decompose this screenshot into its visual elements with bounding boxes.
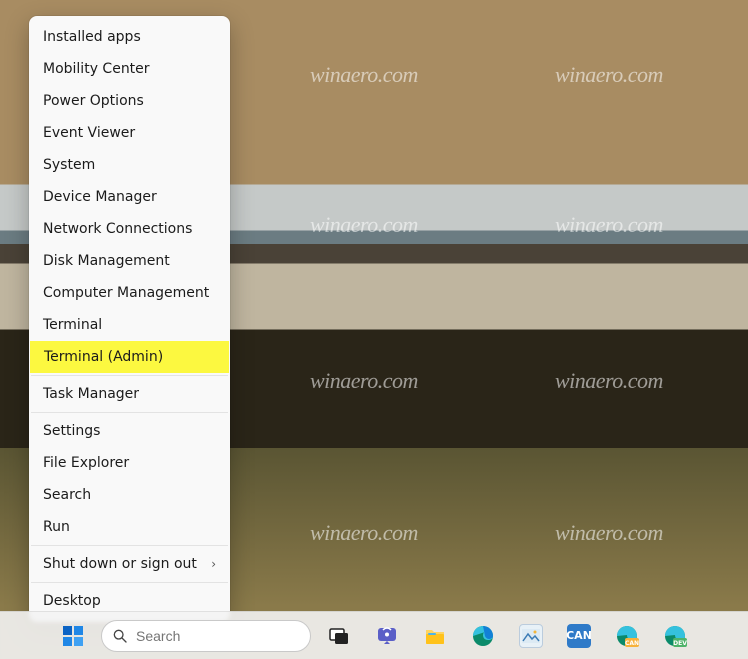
watermark: winaero.com xyxy=(555,212,663,238)
edge-icon xyxy=(471,624,495,648)
menu-item-task-manager[interactable]: Task Manager xyxy=(29,378,230,410)
canary-icon: CAN xyxy=(567,624,591,648)
search-icon xyxy=(112,628,128,644)
menu-item-label: Settings xyxy=(43,423,100,439)
canary-icon: CAN xyxy=(615,624,639,648)
watermark: winaero.com xyxy=(555,62,663,88)
menu-item-terminal-admin[interactable]: Terminal (Admin) xyxy=(30,341,229,373)
canary-button-1[interactable]: CAN xyxy=(559,616,599,656)
watermark: winaero.com xyxy=(310,212,418,238)
menu-item-device-manager[interactable]: Device Manager xyxy=(29,181,230,213)
chat-button[interactable] xyxy=(367,616,407,656)
menu-item-network-connections[interactable]: Network Connections xyxy=(29,213,230,245)
menu-item-label: Computer Management xyxy=(43,285,209,301)
task-view-button[interactable] xyxy=(319,616,359,656)
canary-button-2[interactable]: CAN xyxy=(607,616,647,656)
menu-item-file-explorer[interactable]: File Explorer xyxy=(29,447,230,479)
chevron-right-icon: › xyxy=(211,557,216,571)
dev-icon: DEV xyxy=(663,624,687,648)
menu-item-mobility-center[interactable]: Mobility Center xyxy=(29,53,230,85)
edge-button[interactable] xyxy=(463,616,503,656)
menu-separator xyxy=(31,582,228,583)
menu-item-search[interactable]: Search xyxy=(29,479,230,511)
taskbar-search-input[interactable] xyxy=(136,628,317,644)
menu-item-label: Run xyxy=(43,519,70,535)
menu-item-label: System xyxy=(43,157,95,173)
menu-item-label: Power Options xyxy=(43,93,144,109)
svg-text:DEV: DEV xyxy=(673,640,687,647)
watermark: winaero.com xyxy=(555,368,663,394)
menu-item-settings[interactable]: Settings xyxy=(29,415,230,447)
desktop-background: winaero.com winaero.com winaero.com wina… xyxy=(0,0,748,659)
task-view-icon xyxy=(327,624,351,648)
menu-separator xyxy=(31,545,228,546)
menu-item-label: Installed apps xyxy=(43,29,141,45)
menu-item-label: Terminal (Admin) xyxy=(44,349,163,365)
menu-item-label: Search xyxy=(43,487,91,503)
menu-item-label: Device Manager xyxy=(43,189,157,205)
menu-item-label: File Explorer xyxy=(43,455,129,471)
photos-icon xyxy=(519,624,543,648)
start-button[interactable] xyxy=(53,616,93,656)
menu-item-terminal[interactable]: Terminal xyxy=(29,309,230,341)
menu-item-disk-management[interactable]: Disk Management xyxy=(29,245,230,277)
watermark: winaero.com xyxy=(555,520,663,546)
menu-separator xyxy=(31,375,228,376)
taskbar: CAN CAN DEV xyxy=(0,611,748,659)
menu-item-event-viewer[interactable]: Event Viewer xyxy=(29,117,230,149)
file-explorer-icon xyxy=(423,624,447,648)
menu-item-power-options[interactable]: Power Options xyxy=(29,85,230,117)
winx-context-menu: Installed apps Mobility Center Power Optio… xyxy=(29,16,230,622)
watermark: winaero.com xyxy=(310,368,418,394)
menu-item-label: Network Connections xyxy=(43,221,192,237)
dev-button[interactable]: DEV xyxy=(655,616,695,656)
menu-item-computer-management[interactable]: Computer Management xyxy=(29,277,230,309)
watermark: winaero.com xyxy=(310,520,418,546)
photos-button[interactable] xyxy=(511,616,551,656)
menu-item-label: Event Viewer xyxy=(43,125,135,141)
menu-item-label: Mobility Center xyxy=(43,61,150,77)
taskbar-search[interactable] xyxy=(101,620,311,652)
menu-item-label: Disk Management xyxy=(43,253,170,269)
menu-item-shut-down-or-sign-out[interactable]: Shut down or sign out › xyxy=(29,548,230,580)
menu-separator xyxy=(31,412,228,413)
menu-item-label: Task Manager xyxy=(43,386,139,402)
menu-item-run[interactable]: Run xyxy=(29,511,230,543)
watermark: winaero.com xyxy=(310,62,418,88)
start-icon xyxy=(61,624,85,648)
svg-text:CAN: CAN xyxy=(625,640,639,647)
menu-item-installed-apps[interactable]: Installed apps xyxy=(29,21,230,53)
file-explorer-button[interactable] xyxy=(415,616,455,656)
menu-item-label: Shut down or sign out xyxy=(43,556,197,572)
menu-item-label: Terminal xyxy=(43,317,102,333)
menu-item-label: Desktop xyxy=(43,593,101,609)
chat-icon xyxy=(375,624,399,648)
menu-item-system[interactable]: System xyxy=(29,149,230,181)
